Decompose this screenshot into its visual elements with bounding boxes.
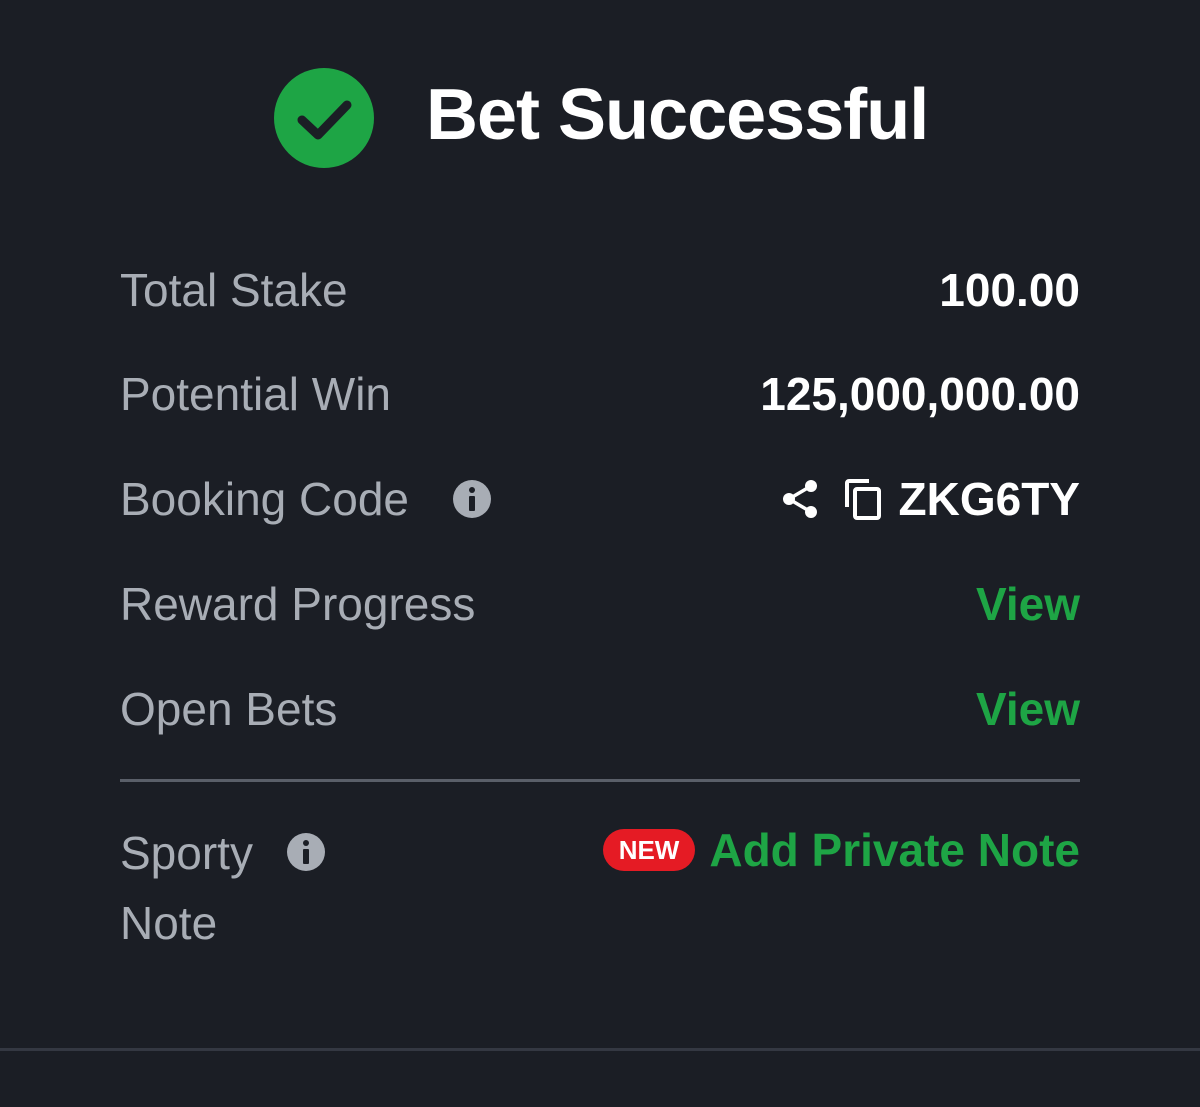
new-badge: NEW [602, 829, 696, 871]
share-icon[interactable] [779, 477, 823, 521]
booking-code-label-group: Booking Code [120, 469, 492, 529]
open-bets-label: Open Bets [120, 683, 338, 735]
info-icon[interactable] [452, 479, 492, 519]
section-divider [120, 779, 1080, 782]
page-title: Bet Successful [426, 75, 929, 155]
total-stake-value: 100.00 [939, 264, 1080, 316]
booking-code-value: ZKG6TY [898, 473, 1080, 525]
reward-progress-view-link[interactable]: View [976, 574, 1080, 634]
total-stake-row: Total Stake 100.00 [120, 260, 1080, 320]
potential-win-value: 125,000,000.00 [760, 368, 1080, 420]
info-icon[interactable] [286, 832, 326, 872]
bottom-divider [0, 1048, 1200, 1051]
reward-progress-label: Reward Progress [120, 578, 476, 630]
total-stake-label: Total Stake [120, 264, 348, 316]
potential-win-label: Potential Win [120, 368, 392, 420]
reward-progress-row: Reward Progress View [120, 574, 1080, 634]
copy-icon[interactable] [841, 477, 885, 521]
bet-success-header: Bet Successful [0, 60, 1200, 170]
add-private-note-link[interactable]: Add Private Note [709, 823, 1080, 877]
booking-code-label: Booking Code [120, 473, 409, 525]
sporty-note-label-line2: Note [120, 897, 218, 949]
open-bets-row: Open Bets View [120, 679, 1080, 739]
sporty-note-label: Sporty Note [120, 818, 326, 958]
booking-code-actions: ZKG6TY [779, 469, 1080, 529]
booking-code-row: Booking Code ZKG6TY [120, 469, 1080, 529]
sporty-note-label-line1: Sporty [120, 827, 253, 879]
open-bets-view-link[interactable]: View [976, 679, 1080, 739]
add-note-group: NEW Add Private Note [602, 820, 1080, 880]
potential-win-row: Potential Win 125,000,000.00 [120, 364, 1080, 424]
check-circle-icon [274, 68, 374, 168]
